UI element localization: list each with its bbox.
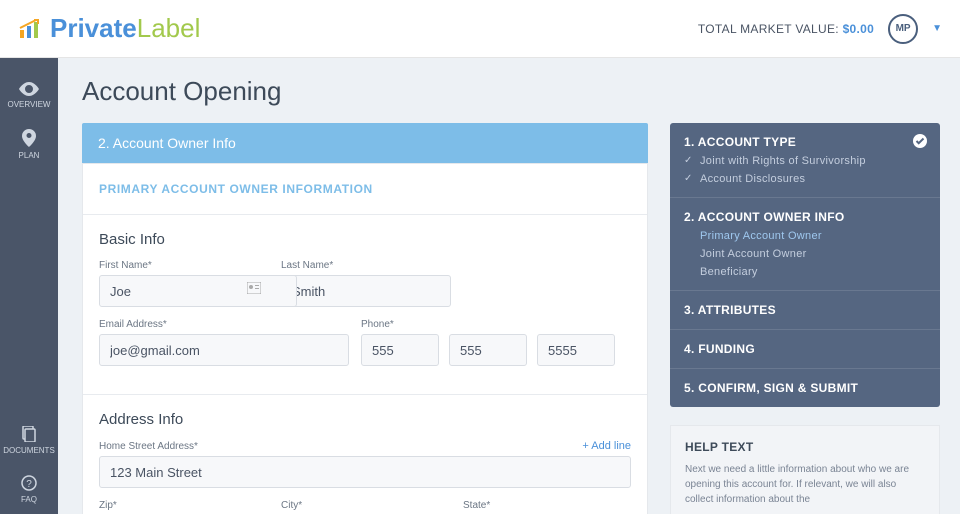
help-icon: ? bbox=[21, 475, 37, 491]
street-input[interactable] bbox=[99, 456, 631, 488]
user-avatar[interactable]: MP bbox=[888, 14, 918, 44]
step-confirm[interactable]: 5. CONFIRM, SIGN & SUBMIT bbox=[670, 369, 940, 407]
step2-sub-c[interactable]: Beneficiary bbox=[684, 266, 926, 278]
email-label: Email Address* bbox=[99, 319, 349, 330]
total-market-value: TOTAL MARKET VALUE: $0.00 bbox=[698, 22, 874, 36]
step-funding[interactable]: 4. FUNDING bbox=[670, 330, 940, 369]
sidebar-label-overview: OVERVIEW bbox=[8, 100, 51, 109]
step1-sub-a[interactable]: Joint with Rights of Survivorship bbox=[684, 155, 926, 167]
street-label: Home Street Address* bbox=[99, 441, 198, 452]
phone-input-3[interactable] bbox=[537, 334, 615, 366]
docs-icon bbox=[21, 426, 37, 442]
last-name-input[interactable] bbox=[281, 275, 451, 307]
step2-sub-b[interactable]: Joint Account Owner bbox=[684, 248, 926, 260]
phone-input-1[interactable] bbox=[361, 334, 439, 366]
sidebar-label-faq: FAQ bbox=[21, 495, 37, 504]
caret-down-icon[interactable]: ▼ bbox=[932, 23, 942, 34]
progress-stepper: 1. ACCOUNT TYPE Joint with Rights of Sur… bbox=[670, 123, 940, 407]
help-body: Next we need a little information about … bbox=[685, 462, 925, 507]
phone-label: Phone* bbox=[361, 319, 615, 330]
step-title-5: 5. CONFIRM, SIGN & SUBMIT bbox=[684, 381, 858, 395]
contact-card-icon bbox=[247, 282, 261, 297]
topbar: PrivateLabel TOTAL MARKET VALUE: $0.00 M… bbox=[0, 0, 960, 58]
step-banner: 2. Account Owner Info bbox=[82, 123, 648, 163]
email-input[interactable] bbox=[99, 334, 349, 366]
logo-text: PrivateLabel bbox=[50, 13, 200, 44]
basic-info-section: Basic Info First Name* bbox=[83, 215, 647, 395]
section-title: PRIMARY ACCOUNT OWNER INFORMATION bbox=[83, 164, 647, 215]
step2-sub-a[interactable]: Primary Account Owner bbox=[684, 230, 926, 242]
last-name-label: Last Name* bbox=[281, 260, 451, 271]
pin-icon bbox=[22, 129, 36, 147]
form-panel: PRIMARY ACCOUNT OWNER INFORMATION Basic … bbox=[82, 163, 648, 514]
logo-icon bbox=[18, 18, 44, 40]
sidebar-item-plan[interactable]: PLAN bbox=[0, 119, 58, 170]
sidebar: OVERVIEW PLAN DOCUMENTS ? FAQ bbox=[0, 58, 58, 514]
add-line-link[interactable]: + Add line bbox=[582, 440, 631, 452]
step-attributes[interactable]: 3. ATTRIBUTES bbox=[670, 291, 940, 330]
help-panel: HELP TEXT Next we need a little informat… bbox=[670, 425, 940, 514]
step1-sub-b[interactable]: Account Disclosures bbox=[684, 173, 926, 185]
sidebar-label-documents: DOCUMENTS bbox=[3, 446, 55, 455]
step-title-3: 3. ATTRIBUTES bbox=[684, 303, 776, 317]
first-name-label: First Name* bbox=[99, 260, 269, 271]
first-name-input[interactable] bbox=[99, 275, 297, 307]
sidebar-item-faq[interactable]: ? FAQ bbox=[0, 465, 58, 514]
svg-text:?: ? bbox=[26, 479, 32, 490]
step-title-4: 4. FUNDING bbox=[684, 342, 755, 356]
step-account-type[interactable]: 1. ACCOUNT TYPE Joint with Rights of Sur… bbox=[670, 123, 940, 198]
city-label: City* bbox=[281, 500, 451, 511]
address-info-section: Address Info Home Street Address* + Add … bbox=[83, 395, 647, 514]
sidebar-label-plan: PLAN bbox=[19, 151, 40, 160]
step-title-1: 1. ACCOUNT TYPE bbox=[684, 135, 796, 149]
page-title: Account Opening bbox=[82, 76, 940, 107]
state-label: State* bbox=[463, 500, 631, 511]
address-heading: Address Info bbox=[99, 411, 631, 428]
help-title: HELP TEXT bbox=[685, 440, 925, 454]
sidebar-item-overview[interactable]: OVERVIEW bbox=[0, 72, 58, 119]
logo[interactable]: PrivateLabel bbox=[18, 13, 200, 44]
step-title-2: 2. ACCOUNT OWNER INFO bbox=[684, 210, 845, 224]
phone-input-2[interactable] bbox=[449, 334, 527, 366]
sidebar-item-documents[interactable]: DOCUMENTS bbox=[0, 416, 58, 465]
eye-icon bbox=[19, 82, 39, 96]
check-icon bbox=[912, 133, 928, 152]
step-owner-info[interactable]: 2. ACCOUNT OWNER INFO Primary Account Ow… bbox=[670, 198, 940, 291]
zip-label: Zip* bbox=[99, 500, 269, 511]
basic-heading: Basic Info bbox=[99, 231, 631, 248]
